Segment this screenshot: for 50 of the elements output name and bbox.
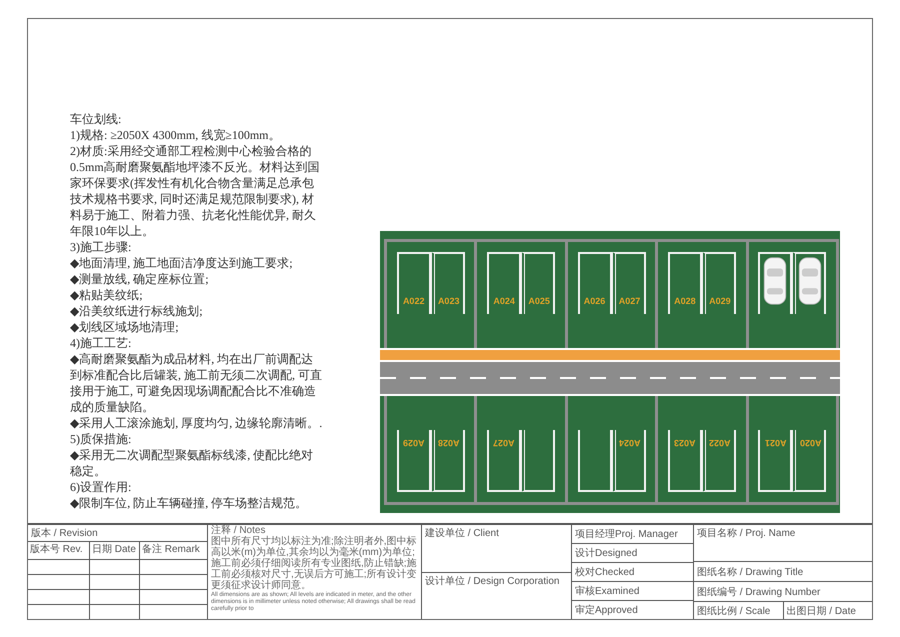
column-header: 日期 Date <box>90 542 140 559</box>
spec-text: 3)施工步骤: <box>70 239 132 255</box>
client-label: 建设单位 / Client <box>425 526 499 540</box>
scale-label: 图纸比例 / Scale <box>697 604 770 618</box>
role-label: 设计Designed <box>575 546 638 560</box>
stall-number: A028 <box>674 296 696 306</box>
spec-text: 6)设置作用: <box>70 479 132 495</box>
stall-number: A024 <box>493 296 515 306</box>
spec-text: ◆采用无二次调配型聚氨酯标线漆, 使配比绝对稳定。 <box>70 447 314 479</box>
stall-number: A027 <box>493 438 515 448</box>
spec-text: ◆限制车位, 防止车辆碰撞, 停车场整洁规范。 <box>70 495 308 511</box>
role-label: 审定Approved <box>575 604 638 617</box>
spec-text: ◆沿美纹纸进行标线施划; <box>70 303 204 319</box>
spec-text: ◆地面清理, 施工地面洁净度达到施工要求; <box>70 255 294 271</box>
notes-text: 图中所有尺寸均以标注为准;除注明者外,图中标高以米(m)为单位,其余均以为毫米(mm)为单位;施工前必须仔细阅读所有专业图纸,防止错缺;施工前必须核对尺寸,无误后方可施工;所有设计变更须征求设计师同意。 <box>211 536 418 591</box>
revision-title: 版本 / Revision <box>31 526 98 540</box>
role-label: 项目经理Proj. Manager <box>575 528 678 541</box>
role-label: 审核Examined <box>575 584 640 598</box>
column-header: 版本号 Rev. <box>28 542 90 559</box>
spec-text: ◆粘贴美纹纸; <box>70 287 144 303</box>
spec-text: 4)施工工艺: <box>70 335 132 351</box>
stall-number: A023 <box>674 438 696 448</box>
notes-title: 注释 / Notes <box>211 525 266 536</box>
spec-text: ◆划线区域场地清理; <box>70 319 180 335</box>
spec-heading: 车位划线: <box>70 111 122 127</box>
drawing-number-label: 图纸编号 / Drawing Number <box>697 586 820 598</box>
role-label: 校对Checked <box>575 566 634 579</box>
stall-number: A028 <box>438 438 460 448</box>
spec-text: 2)材质:采用经交通部工程检测中心检验合格的0.5mm高耐磨聚氨酯地坪漆不反光。材料达到国家环保要求(挥发性有机化合物含量满足总承包技术规格书要求, 同时还满足规范限制要求), 材料易于施工、附着力强、抗老化性能优异, 耐久年限10年以上。 <box>70 143 321 239</box>
column-header: 备注 Remark <box>141 542 201 557</box>
stall-number: A024 <box>618 438 640 448</box>
spec-text: ◆测量放线, 确定座标位置; <box>70 271 210 287</box>
drawing-title-label: 图纸名称 / Drawing Title <box>697 566 804 578</box>
stall-number: A020 <box>800 438 822 448</box>
spec-text: 1)规格: ≥2050X 4300mm, 线宽≥100mm。 <box>70 127 282 143</box>
stall-number: A029 <box>402 438 424 448</box>
spec-text: ◆高耐磨聚氨酯为成品材料, 均在出厂前调配达到标准配合比后罐装, 施工前无须二次调配, 可直接用于施工, 可避免因现场调配配合比不准确造成的质量缺陷。 <box>70 351 323 415</box>
spec-text: ◆采用人工滚涂施划, 厚度均匀, 边缘轮廓清晰。. <box>70 415 324 431</box>
project-name-label: 项目名称 / Proj. Name <box>697 527 796 540</box>
date-label: 出图日期 / Date <box>786 604 856 618</box>
stall-number: A023 <box>438 296 460 306</box>
design-corporation-label: 设计单位 / Design Corporation <box>425 574 560 588</box>
stall-number: A026 <box>584 296 606 306</box>
stall-number: A022 <box>402 296 424 306</box>
spec-text: 5)质保措施: <box>70 431 132 447</box>
stall-number: A029 <box>709 296 731 306</box>
stall-number: A027 <box>618 296 640 306</box>
stall-number: A022 <box>709 438 731 448</box>
stall-number: A025 <box>528 296 550 306</box>
stall-number: A021 <box>764 438 786 448</box>
